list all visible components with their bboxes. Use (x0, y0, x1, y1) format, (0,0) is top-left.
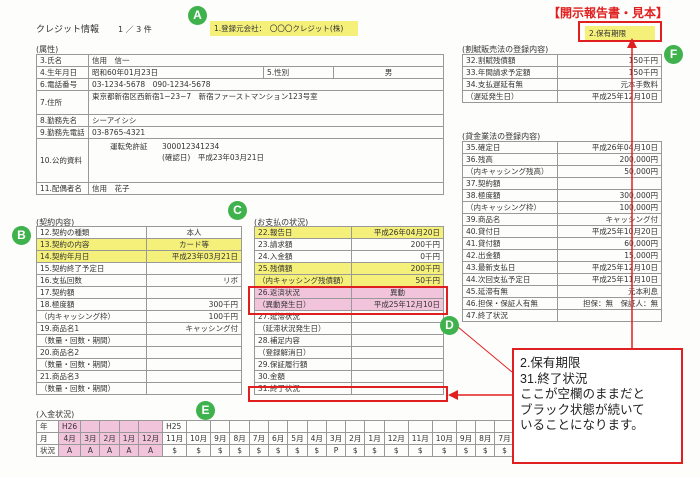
explanation-callout: 2.保有期限 31.終了状況 ここが空欄のままだと ブラック状態が続いて いるこ… (512, 348, 683, 464)
callout-line-2: 31.終了状況 (520, 371, 588, 386)
marker-e: E (196, 401, 215, 420)
callout-line-4: ブラック状態が続いて (520, 402, 645, 417)
arrowhead-up (627, 38, 637, 48)
leader-d (451, 321, 513, 373)
marker-b: B (12, 226, 31, 245)
marker-c: C (228, 201, 247, 220)
callout-line-5: いることになります。 (520, 418, 644, 432)
marker-d: D (440, 316, 459, 335)
report-page: { "header":{"title":"クレジット情報","page":"1 … (0, 0, 700, 477)
marker-a: A (188, 6, 207, 25)
arrowhead-left (448, 390, 458, 400)
marker-f: F (664, 45, 683, 64)
callout-line-3: ここが空欄のままだと (520, 387, 646, 401)
callout-line-1: 2.保有期限 (520, 356, 581, 370)
